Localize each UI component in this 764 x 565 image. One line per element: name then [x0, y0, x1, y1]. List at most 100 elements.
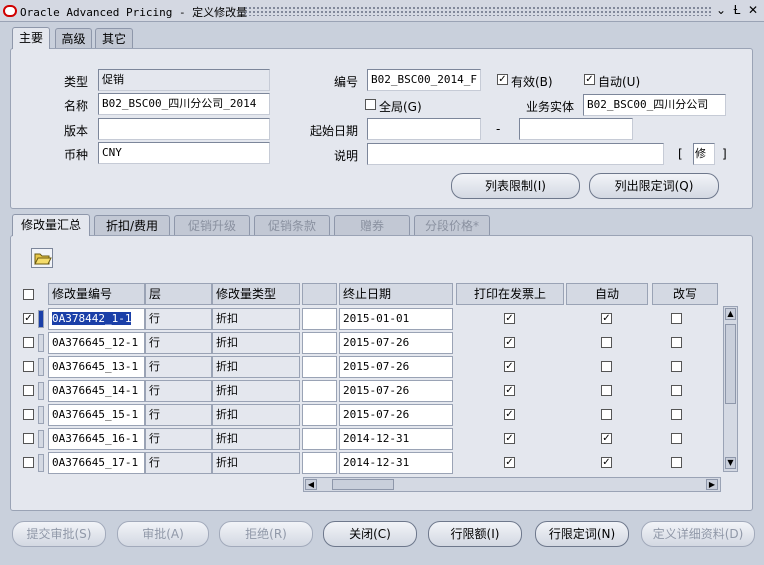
row-indicator[interactable]: [38, 334, 44, 352]
cell-override-checkbox[interactable]: [671, 337, 682, 348]
row-select-checkbox[interactable]: [23, 433, 34, 444]
list-qualifier-button[interactable]: 列出限定词(Q): [589, 173, 719, 199]
cell-blank[interactable]: [302, 452, 337, 474]
row-indicator[interactable]: [38, 430, 44, 448]
tab-promo-upgrade[interactable]: 促销升级: [174, 215, 250, 236]
cell-override-checkbox[interactable]: [671, 409, 682, 420]
auto-checkbox[interactable]: ✓: [584, 74, 595, 85]
horizontal-scrollbar[interactable]: ◀ ▶: [303, 477, 721, 492]
cell-modifier-number[interactable]: 0A376645_16-1: [48, 428, 145, 450]
cell-level[interactable]: 行: [145, 452, 212, 474]
cell-modifier-number[interactable]: 0A376645_15-1: [48, 404, 145, 426]
col-header-type[interactable]: 修改量类型: [212, 283, 300, 305]
line-limit-button[interactable]: 行限额(I): [428, 521, 522, 547]
list-limit-button[interactable]: 列表限制(I): [451, 173, 580, 199]
cell-modifier-number[interactable]: 0A376645_12-1: [48, 332, 145, 354]
cell-modifier-type[interactable]: 折扣: [212, 332, 300, 354]
end-date-field[interactable]: [519, 118, 633, 140]
tab-advanced[interactable]: 高级: [55, 28, 92, 49]
line-qualifier-button[interactable]: 行限定词(N): [535, 521, 629, 547]
cell-print-checkbox[interactable]: ✓: [504, 361, 515, 372]
cell-modifier-number[interactable]: 0A376645_13-1: [48, 356, 145, 378]
cell-end-date[interactable]: 2015-07-26: [339, 380, 453, 402]
select-all-checkbox[interactable]: [23, 289, 34, 300]
vertical-scroll-thumb[interactable]: [725, 324, 736, 404]
cell-blank[interactable]: [302, 404, 337, 426]
tab-price-breaks[interactable]: 分段价格*: [414, 215, 490, 236]
active-checkbox[interactable]: ✓: [497, 74, 508, 85]
cell-override-checkbox[interactable]: [671, 385, 682, 396]
tab-coupons[interactable]: 赠券: [334, 215, 410, 236]
cell-modifier-type[interactable]: 折扣: [212, 404, 300, 426]
cell-override-checkbox[interactable]: [671, 313, 682, 324]
cell-blank[interactable]: [302, 332, 337, 354]
currency-field[interactable]: CNY: [98, 142, 270, 164]
row-indicator[interactable]: [38, 310, 44, 328]
number-field[interactable]: B02_BSC00_2014_F: [367, 69, 481, 91]
cell-blank[interactable]: [302, 356, 337, 378]
business-unit-field[interactable]: B02_BSC00_四川分公司: [583, 94, 726, 116]
cell-modifier-number[interactable]: 0A378442_1-1: [48, 308, 145, 330]
row-indicator[interactable]: [38, 454, 44, 472]
cell-print-checkbox[interactable]: ✓: [504, 385, 515, 396]
row-indicator[interactable]: [38, 382, 44, 400]
cell-print-checkbox[interactable]: ✓: [504, 337, 515, 348]
cell-level[interactable]: 行: [145, 404, 212, 426]
cell-blank[interactable]: [302, 308, 337, 330]
cell-modifier-number[interactable]: 0A376645_17-1: [48, 452, 145, 474]
scroll-right-icon[interactable]: ▶: [706, 479, 718, 490]
version-field[interactable]: [98, 118, 270, 140]
cell-blank[interactable]: [302, 380, 337, 402]
col-header-end-date[interactable]: 终止日期: [339, 283, 453, 305]
cell-override-checkbox[interactable]: [671, 457, 682, 468]
reject-button[interactable]: 拒绝(R): [219, 521, 313, 547]
flexfield[interactable]: 修: [693, 143, 715, 165]
tab-main[interactable]: 主要: [12, 27, 50, 49]
cell-modifier-type[interactable]: 折扣: [212, 428, 300, 450]
tab-discount-charge[interactable]: 折扣/费用: [94, 215, 170, 236]
row-indicator[interactable]: [38, 406, 44, 424]
cell-modifier-type[interactable]: 折扣: [212, 452, 300, 474]
type-field[interactable]: 促销: [98, 69, 270, 91]
row-select-checkbox[interactable]: [23, 409, 34, 420]
col-header-auto[interactable]: 自动: [566, 283, 648, 305]
tab-modifier-summary[interactable]: 修改量汇总: [12, 214, 90, 236]
cell-level[interactable]: 行: [145, 428, 212, 450]
row-select-checkbox[interactable]: ✓: [23, 313, 34, 324]
cell-override-checkbox[interactable]: [671, 361, 682, 372]
col-header-print-invoice[interactable]: 打印在发票上: [456, 283, 564, 305]
row-indicator[interactable]: [38, 358, 44, 376]
row-select-checkbox[interactable]: [23, 361, 34, 372]
cell-auto-checkbox[interactable]: [601, 409, 612, 420]
col-header-blank[interactable]: [302, 283, 337, 305]
submit-approval-button[interactable]: 提交审批(S): [12, 521, 106, 547]
vertical-scrollbar[interactable]: ▲ ▼: [723, 306, 738, 472]
cell-end-date[interactable]: 2015-07-26: [339, 356, 453, 378]
tab-promo-terms[interactable]: 促销条款: [254, 215, 330, 236]
cell-modifier-type[interactable]: 折扣: [212, 308, 300, 330]
approve-button[interactable]: 审批(A): [117, 521, 209, 547]
cell-auto-checkbox[interactable]: [601, 385, 612, 396]
cell-end-date[interactable]: 2015-07-26: [339, 332, 453, 354]
close-button[interactable]: 关闭(C): [323, 521, 417, 547]
scroll-down-icon[interactable]: ▼: [725, 457, 736, 469]
maximize-icon[interactable]: Ƚ: [730, 3, 744, 18]
cell-level[interactable]: 行: [145, 356, 212, 378]
row-select-checkbox[interactable]: [23, 457, 34, 468]
minimize-icon[interactable]: ⌄: [714, 3, 728, 18]
cell-auto-checkbox[interactable]: [601, 361, 612, 372]
cell-auto-checkbox[interactable]: ✓: [601, 313, 612, 324]
row-select-checkbox[interactable]: [23, 337, 34, 348]
cell-auto-checkbox[interactable]: ✓: [601, 457, 612, 468]
col-header-level[interactable]: 层: [145, 283, 212, 305]
cell-print-checkbox[interactable]: ✓: [504, 313, 515, 324]
cell-print-checkbox[interactable]: ✓: [504, 433, 515, 444]
cell-auto-checkbox[interactable]: ✓: [601, 433, 612, 444]
cell-end-date[interactable]: 2015-01-01: [339, 308, 453, 330]
cell-level[interactable]: 行: [145, 332, 212, 354]
cell-print-checkbox[interactable]: ✓: [504, 457, 515, 468]
cell-modifier-number[interactable]: 0A376645_14-1: [48, 380, 145, 402]
col-header-override[interactable]: 改写: [652, 283, 718, 305]
scroll-up-icon[interactable]: ▲: [725, 308, 736, 320]
global-checkbox[interactable]: [365, 99, 376, 110]
